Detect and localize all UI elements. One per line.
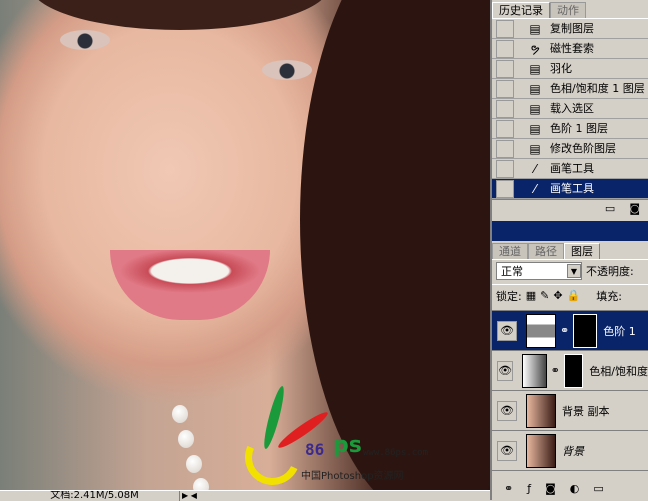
pearl xyxy=(193,478,209,490)
new-document-icon[interactable]: ▭ xyxy=(605,202,615,215)
history-item-label: 载入选区 xyxy=(550,102,594,115)
pearl xyxy=(186,455,202,473)
history-item-label: 羽化 xyxy=(550,62,572,75)
history-item[interactable]: ⁄ 画笔工具 xyxy=(492,159,648,179)
opacity-label: 不透明度: xyxy=(586,265,634,278)
panel-separator xyxy=(492,221,648,241)
layers-panel: 通道 路径 图层 正常 ▼ 不透明度: 锁定: ▦ ✎ ✥ 🔒 填充: 👁 ⚭ 色阶 … xyxy=(492,241,648,471)
layer-name: 色阶 1 xyxy=(603,324,636,338)
brush-icon: ⁄ xyxy=(533,181,536,196)
adjustment-layer-icon[interactable]: ◐ xyxy=(570,482,580,498)
history-item[interactable]: ▤ 色相/饱和度 1 图层 xyxy=(492,79,648,99)
adjustment-thumbnail xyxy=(526,313,556,348)
history-item[interactable]: ▤ 载入选区 xyxy=(492,99,648,119)
pearl xyxy=(172,405,188,423)
watermark-logo: 86 ps www.86ps.com 中国Photoshop资源网 xyxy=(237,384,445,490)
history-item-label: 色相/饱和度 1 图层 xyxy=(550,82,645,95)
snapshot-source-checkbox[interactable] xyxy=(496,79,514,98)
history-item[interactable]: ▤ 色阶 1 图层 xyxy=(492,119,648,139)
adjustment-thumbnail xyxy=(522,353,547,388)
lock-label: 锁定: xyxy=(496,289,522,303)
brush-icon: ⁄ xyxy=(533,161,536,176)
snapshot-source-checkbox[interactable] xyxy=(496,119,514,138)
lock-transparency-icon[interactable]: ▦ xyxy=(526,289,536,302)
visibility-eye-icon[interactable]: 👁 xyxy=(497,360,514,381)
eye-left xyxy=(60,30,110,50)
action-icon: ▤ xyxy=(529,81,541,96)
link-icon[interactable]: ⚭ xyxy=(504,482,513,498)
snapshot-source-checkbox[interactable] xyxy=(496,99,514,118)
logo-cn: 中国Photoshop资源网 xyxy=(301,471,404,482)
layer-style-icon[interactable]: ƒ xyxy=(527,482,531,498)
action-icon: ▤ xyxy=(529,141,541,156)
chevron-down-icon: ▼ xyxy=(567,264,581,278)
layer-thumbnail xyxy=(526,393,556,428)
action-icon: ▤ xyxy=(529,61,541,76)
snapshot-source-checkbox[interactable] xyxy=(496,139,514,158)
blend-mode-value: 正常 xyxy=(501,265,523,278)
snapshot-icon[interactable]: ◙ xyxy=(629,202,640,215)
layer-name: 背景 xyxy=(562,444,584,458)
lock-icon[interactable]: 🔒 xyxy=(567,289,581,302)
history-item[interactable]: ຯ 磁性套索 xyxy=(492,39,648,59)
logo-ps: ps xyxy=(333,433,362,458)
layer-mask-thumbnail[interactable] xyxy=(563,353,584,388)
tab-channels[interactable]: 通道 xyxy=(492,243,528,259)
history-item-label: 色阶 1 图层 xyxy=(550,122,608,135)
history-item-label: 画笔工具 xyxy=(550,162,594,175)
snapshot-source-checkbox[interactable] xyxy=(496,59,514,78)
visibility-eye-icon[interactable]: 👁 xyxy=(497,440,517,461)
history-item-label: 磁性套索 xyxy=(550,42,594,55)
panels: 历史记录 动作 ▤ 复制图层 ຯ 磁性套索 ▤ 羽化 ▤ 色相/饱和度 1 图层 ▤ 载入选区 ▤ 色… xyxy=(490,0,648,500)
logo-url: www.86ps.com xyxy=(363,448,429,458)
snapshot-source-checkbox[interactable] xyxy=(496,159,514,178)
logo-86: 86 xyxy=(305,440,325,459)
history-toolbar: ▭ ◙ xyxy=(492,199,648,217)
link-icon[interactable]: ⚭ xyxy=(560,324,569,337)
snapshot-source-checkbox[interactable] xyxy=(496,19,514,38)
layers-toolbar: ⚭ ƒ ◙ ◐ ▭ xyxy=(492,482,648,498)
history-item-label: 复制图层 xyxy=(550,22,594,35)
status-bar: 文档:2.41M/5.08M ▶ ◀ xyxy=(0,490,490,501)
tab-paths[interactable]: 路径 xyxy=(528,243,564,259)
history-panel: 历史记录 动作 ▤ 复制图层 ຯ 磁性套索 ▤ 羽化 ▤ 色相/饱和度 1 图层 ▤ 载入选区 ▤ 色… xyxy=(492,0,648,217)
layer-thumbnail xyxy=(526,433,556,468)
snapshot-source-checkbox[interactable] xyxy=(496,39,514,58)
canvas-image[interactable]: 86 ps www.86ps.com 中国Photoshop资源网 xyxy=(0,0,490,490)
history-item[interactable]: ▤ 修改色阶图层 xyxy=(492,139,648,159)
history-item[interactable]: ▤ 复制图层 xyxy=(492,19,648,39)
action-icon: ▤ xyxy=(529,21,541,36)
history-item-label: 画笔工具 xyxy=(546,179,648,198)
history-item[interactable]: ▤ 羽化 xyxy=(492,59,648,79)
layer-mask-thumbnail[interactable] xyxy=(573,313,598,348)
layer-row[interactable]: 👁 背景 副本 xyxy=(492,391,648,431)
history-item[interactable]: ⁄ 画笔工具 xyxy=(492,179,648,199)
mask-icon[interactable]: ◙ xyxy=(545,482,556,498)
magnetic-lasso-icon: ຯ xyxy=(530,41,540,56)
link-icon[interactable]: ⚭ xyxy=(551,364,560,377)
fill-label: 填充: xyxy=(596,289,622,303)
mouth xyxy=(110,250,270,320)
pearl xyxy=(178,430,194,448)
history-item-label: 修改色阶图层 xyxy=(550,142,616,155)
lock-brush-icon[interactable]: ✎ xyxy=(540,289,549,302)
tab-layers[interactable]: 图层 xyxy=(564,243,600,259)
snapshot-source-checkbox[interactable] xyxy=(496,179,514,198)
tab-actions[interactable]: 动作 xyxy=(550,2,586,18)
visibility-eye-icon[interactable]: 👁 xyxy=(497,320,517,341)
layer-name: 背景 副本 xyxy=(562,404,610,418)
new-group-icon[interactable]: ▭ xyxy=(593,482,603,498)
visibility-eye-icon[interactable]: 👁 xyxy=(497,400,517,421)
action-icon: ▤ xyxy=(529,121,541,136)
hair-top xyxy=(30,0,330,30)
action-icon: ▤ xyxy=(529,101,541,116)
layer-row[interactable]: 👁 背景 xyxy=(492,431,648,471)
layer-row[interactable]: 👁 ⚭ 色阶 1 xyxy=(492,311,648,351)
lock-move-icon[interactable]: ✥ xyxy=(553,289,562,302)
layer-name: 色相/饱和度 xyxy=(589,364,648,378)
tab-history[interactable]: 历史记录 xyxy=(492,2,550,18)
layer-row[interactable]: 👁 ⚭ 色相/饱和度 xyxy=(492,351,648,391)
blend-mode-select[interactable]: 正常 ▼ xyxy=(496,262,582,280)
eye-right xyxy=(262,60,312,80)
